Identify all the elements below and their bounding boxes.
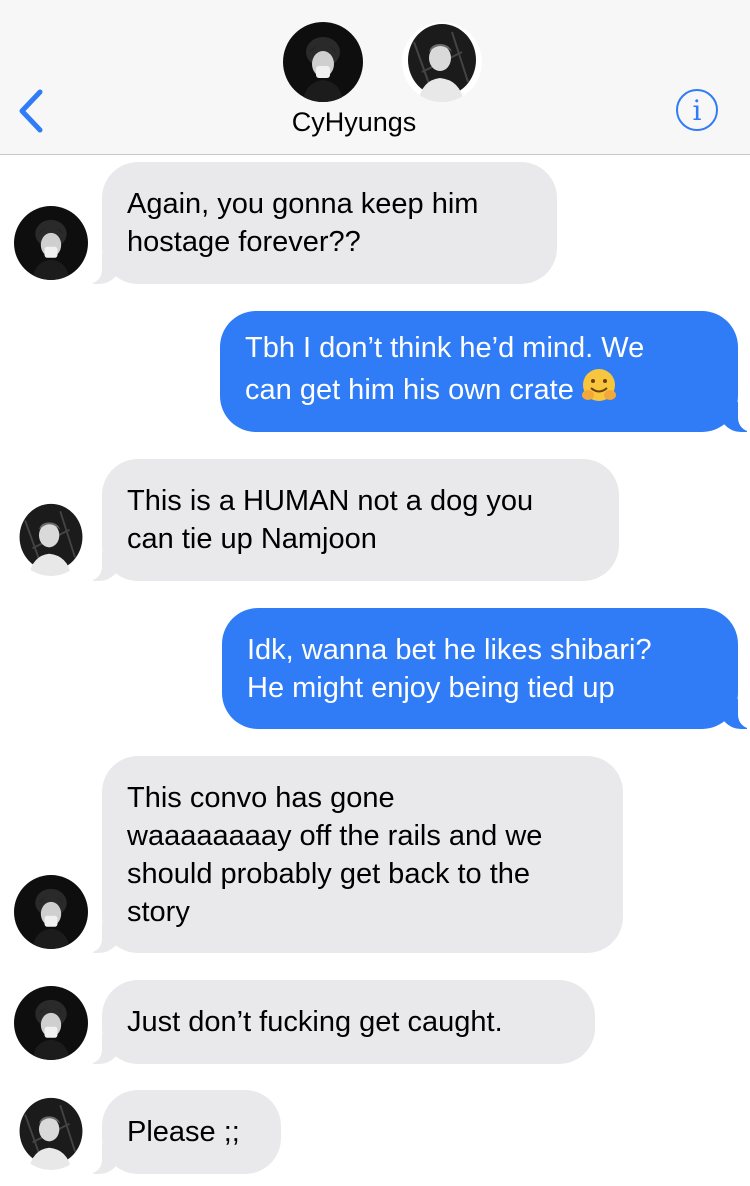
info-button[interactable]: i [676,89,718,131]
sender-avatar[interactable] [14,986,88,1060]
group-member-avatar[interactable] [283,22,363,102]
message-text-line: hostage forever?? [127,226,361,258]
message-text-line: waaaaaaaay off the rails and we [127,819,543,852]
sender-avatar[interactable] [14,1096,88,1170]
message-bubble[interactable]: Just don’t fucking get caught. [87,980,595,1064]
message-text-line: can get him his own crate [245,367,713,415]
message-bubble[interactable]: Please ;; [87,1090,281,1174]
message-text-line: He might enjoy being tied up [247,671,615,704]
message-text-line: should probably get back to the [127,857,531,890]
sender-avatar[interactable] [14,206,88,280]
conversation-header: CyHyungs i [0,0,750,155]
message-bubble[interactable]: Idk, wanna bet he likes shibari? He migh… [222,608,750,729]
info-icon: i [692,93,702,127]
conversation-title[interactable]: CyHyungs [0,107,708,138]
message-text-line: This convo has gone [127,781,395,814]
sender-avatar[interactable] [14,502,88,576]
message-bubble[interactable]: This convo has gone waaaaaaaay off the r… [87,756,623,953]
message-text-line: Just don’t fucking get caught. [127,1006,503,1038]
message-bubble[interactable]: Tbh I don’t think he’d mind. We can get … [220,311,750,432]
message-bubble[interactable]: Again, you gonna keep him hostage foreve… [87,162,557,284]
message-text-line: Idk, wanna bet he likes shibari? [247,633,652,666]
message-text-line: This is a HUMAN not a dog you [127,485,534,517]
sender-avatar[interactable] [14,875,88,949]
hugging-face-icon [580,367,618,415]
message-text-line: Please ;; [127,1116,240,1148]
message-text-line: Again, you gonna keep him [127,188,479,220]
group-member-avatar[interactable] [402,22,482,102]
message-text-line: can tie up Namjoon [127,523,377,555]
message-bubble[interactable]: This is a HUMAN not a dog you can tie up… [87,459,619,581]
message-text-line: story [127,895,190,928]
message-text-line: Tbh I don’t think he’d mind. We [245,331,645,364]
